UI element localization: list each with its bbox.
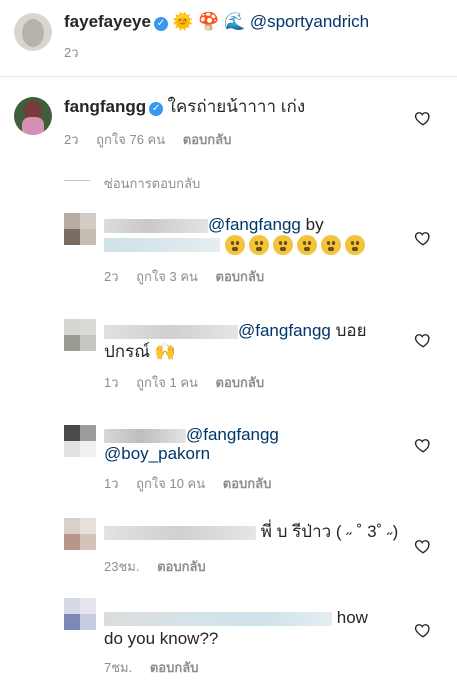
timestamp: 2ว: [64, 45, 79, 60]
reply-line-1: @fangfangg บอย: [104, 320, 367, 342]
comment-meta: 1ว ถูกใจ 1 คน ตอบกลับ: [104, 372, 278, 393]
comment-text: พี่ บ รีป่าว ( ˶ ˚ 3˚ ˶): [260, 522, 399, 541]
timestamp: 1ว: [104, 375, 119, 390]
verified-icon: ✓: [149, 102, 164, 116]
avatar[interactable]: [64, 213, 96, 245]
shushing-emoji-icon: [272, 234, 293, 255]
shushing-emoji-icon: [344, 234, 365, 255]
timestamp: 2ว: [104, 269, 119, 284]
divider: [0, 76, 457, 77]
reply-button[interactable]: ตอบกลับ: [216, 375, 265, 390]
avatar[interactable]: [64, 319, 96, 351]
shushing-emoji-icon: [224, 234, 245, 255]
reply-button[interactable]: ตอบกลับ: [183, 132, 232, 147]
mention-link[interactable]: @sportyandrich: [250, 12, 369, 31]
verified-icon: ✓: [153, 17, 168, 31]
mention-link[interactable]: @fangfangg: [238, 321, 331, 340]
like-count[interactable]: ถูกใจ 10 คน: [136, 476, 205, 491]
reply-line-2: [104, 233, 369, 255]
mention-link[interactable]: @fangfangg: [208, 215, 301, 234]
like-count[interactable]: ถูกใจ 1 คน: [136, 375, 198, 390]
comment-text: บอย: [330, 321, 367, 340]
heart-icon[interactable]: [414, 109, 432, 127]
top-comment-line: fayefayeye ✓ 🌞 🍄 🌊 @sportyandrich: [64, 11, 369, 33]
avatar[interactable]: [64, 425, 96, 457]
reply-button[interactable]: ตอบกลับ: [150, 660, 199, 675]
blurred-username: [104, 525, 256, 540]
reply-line-1: how: [104, 607, 368, 629]
heart-icon[interactable]: [414, 436, 432, 454]
username[interactable]: fayefayeye: [64, 12, 151, 31]
avatar[interactable]: [64, 518, 96, 550]
comment-text: how: [336, 608, 368, 627]
comment-meta: 2ว ถูกใจ 3 คน ตอบกลับ: [104, 266, 278, 287]
reply-line-1: พี่ บ รีป่าว ( ˶ ˚ 3˚ ˶): [104, 521, 398, 543]
mention-link[interactable]: @fangfangg: [186, 425, 279, 444]
timestamp: 1ว: [104, 476, 119, 491]
heart-icon[interactable]: [414, 229, 432, 247]
blurred-text: [104, 611, 332, 626]
heart-icon[interactable]: [414, 331, 432, 349]
reply-button[interactable]: ตอบกลับ: [157, 559, 206, 574]
comment-meta: 2ว ถูกใจ 76 คน ตอบกลับ: [64, 129, 245, 150]
timestamp: 7ชม.: [104, 660, 133, 675]
comment-text: do you know??: [104, 629, 219, 648]
username[interactable]: fangfangg: [64, 97, 146, 116]
blurred-username: [104, 428, 186, 443]
reply-button[interactable]: ตอบกลับ: [216, 269, 265, 284]
comment-meta: 7ชม. ตอบกลับ: [104, 657, 212, 678]
shushing-emoji-icon: [320, 234, 341, 255]
like-count[interactable]: ถูกใจ 76 คน: [96, 132, 165, 147]
comment-text: ใครถ่ายน้าาาา เก่ง: [167, 97, 306, 116]
main-comment-line: fangfangg ✓ ใครถ่ายน้าาาา เก่ง: [64, 96, 305, 118]
timestamp: 23ชม.: [104, 559, 140, 574]
comment-meta: 23ชม. ตอบกลับ: [104, 556, 220, 577]
avatar[interactable]: [14, 13, 52, 51]
blurred-username: [104, 218, 208, 233]
comment-meta: 1ว ถูกใจ 10 คน ตอบกลับ: [104, 473, 285, 494]
like-count[interactable]: ถูกใจ 3 คน: [136, 269, 198, 284]
heart-icon[interactable]: [414, 621, 432, 639]
reply-button[interactable]: ตอบกลับ: [223, 476, 272, 491]
comment-text: ปกรณ์ 🙌: [104, 342, 176, 361]
hide-replies-button[interactable]: ซ่อนการตอบกลับ: [104, 173, 200, 194]
blurred-text: [104, 237, 220, 252]
blurred-username: [104, 324, 238, 339]
comment-text: by: [300, 215, 324, 234]
shushing-emoji-icon: [296, 234, 317, 255]
timestamp: 2ว: [64, 132, 79, 147]
mention-link[interactable]: @boy_pakorn: [104, 443, 210, 465]
heart-icon[interactable]: [414, 537, 432, 555]
shushing-emoji-icon: [248, 234, 269, 255]
avatar[interactable]: [64, 598, 96, 630]
comment-emojis: 🌞 🍄 🌊: [172, 12, 246, 31]
hide-replies-line: [64, 180, 90, 181]
avatar[interactable]: [14, 97, 52, 135]
